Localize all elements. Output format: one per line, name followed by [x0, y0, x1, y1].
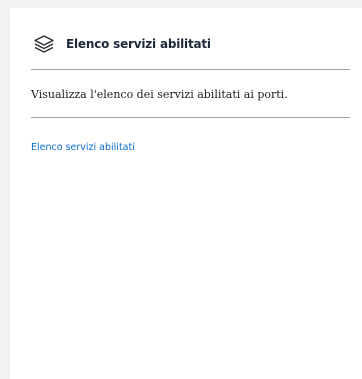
divider-top: [31, 69, 350, 70]
services-list-link[interactable]: Elenco servizi abilitati: [31, 142, 135, 153]
card-title: Elenco servizi abilitati: [66, 37, 211, 51]
divider-bottom: [31, 117, 350, 118]
card-header: Elenco servizi abilitati: [32, 32, 211, 56]
card-description: Visualizza l'elenco dei servizi abilitat…: [31, 88, 288, 101]
layers-icon: [32, 32, 56, 56]
service-card: Elenco servizi abilitati Visualizza l'el…: [10, 8, 362, 379]
